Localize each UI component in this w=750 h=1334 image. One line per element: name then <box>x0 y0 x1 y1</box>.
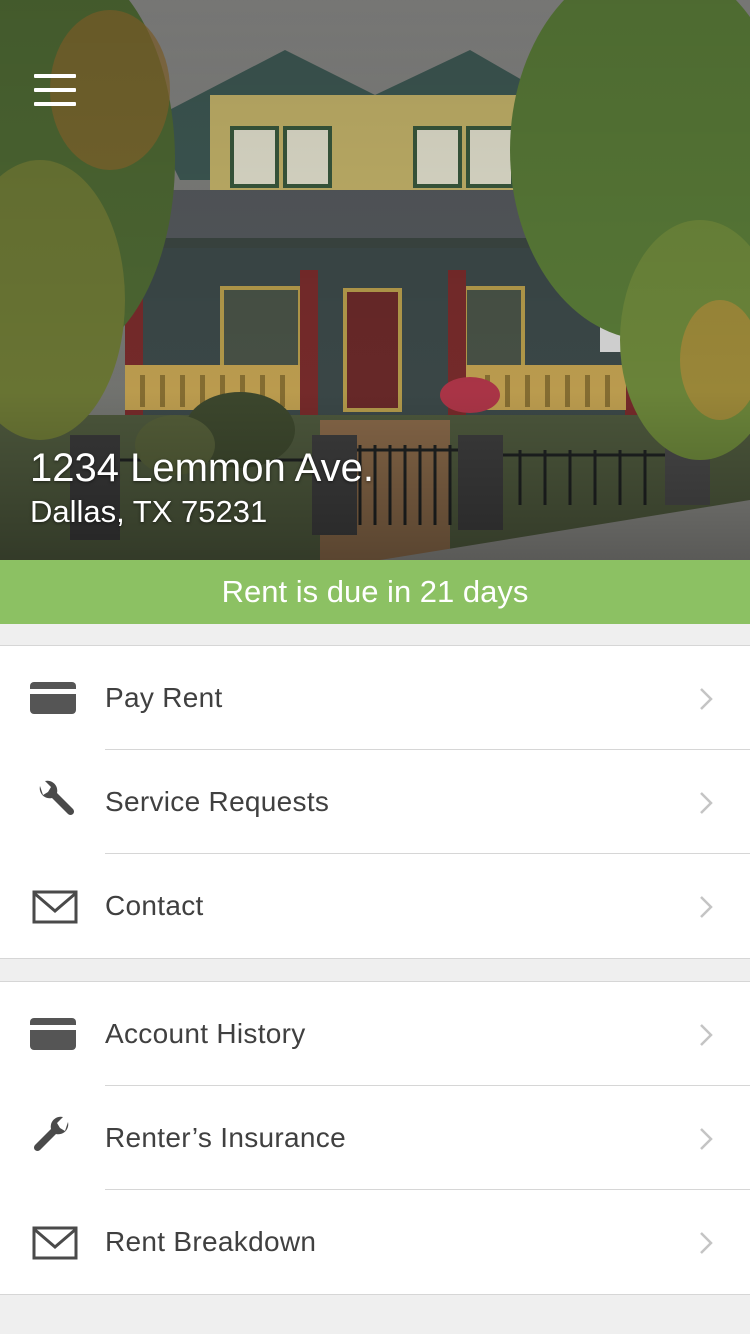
chevron-right-icon <box>700 1232 713 1254</box>
wrench-icon <box>39 780 75 816</box>
chevron-right-icon <box>700 688 713 710</box>
renters-insurance-row[interactable]: Renter’s Insurance <box>0 1086 750 1190</box>
row-label: Service Requests <box>105 786 330 817</box>
menu-button[interactable] <box>30 70 80 110</box>
row-label: Pay Rent <box>105 682 223 713</box>
row-label: Account History <box>105 1018 306 1049</box>
property-hero-image: 1234 Lemmon Ave. Dallas, TX 75231 <box>0 0 750 560</box>
envelope-icon <box>32 1226 78 1260</box>
menu-group-secondary: Account History Renter’s Insurance Rent … <box>0 981 750 1295</box>
chevron-right-icon <box>700 1128 713 1150</box>
contact-row[interactable]: Contact <box>0 854 750 958</box>
rent-breakdown-row[interactable]: Rent Breakdown <box>0 1190 750 1294</box>
credit-card-icon <box>30 682 76 714</box>
account-history-row[interactable]: Account History <box>0 982 750 1086</box>
address-street: 1234 Lemmon Ave. <box>30 446 374 490</box>
service-requests-row[interactable]: Service Requests <box>0 750 750 854</box>
row-label: Renter’s Insurance <box>105 1122 346 1153</box>
envelope-icon <box>32 890 78 924</box>
pay-rent-row[interactable]: Pay Rent <box>0 646 750 750</box>
chevron-right-icon <box>700 1024 713 1046</box>
menu-group-primary: Pay Rent Service Requests Contact <box>0 645 750 959</box>
chevron-right-icon <box>700 792 713 814</box>
rent-due-banner: Rent is due in 21 days <box>0 560 750 624</box>
row-label: Contact <box>105 890 204 921</box>
chevron-right-icon <box>700 896 713 918</box>
row-label: Rent Breakdown <box>105 1226 317 1257</box>
address-city-line: Dallas, TX 75231 <box>30 494 268 529</box>
property-address: 1234 Lemmon Ave. Dallas, TX 75231 <box>30 444 374 532</box>
wrench-icon <box>33 1116 69 1152</box>
credit-card-icon <box>30 1018 76 1050</box>
